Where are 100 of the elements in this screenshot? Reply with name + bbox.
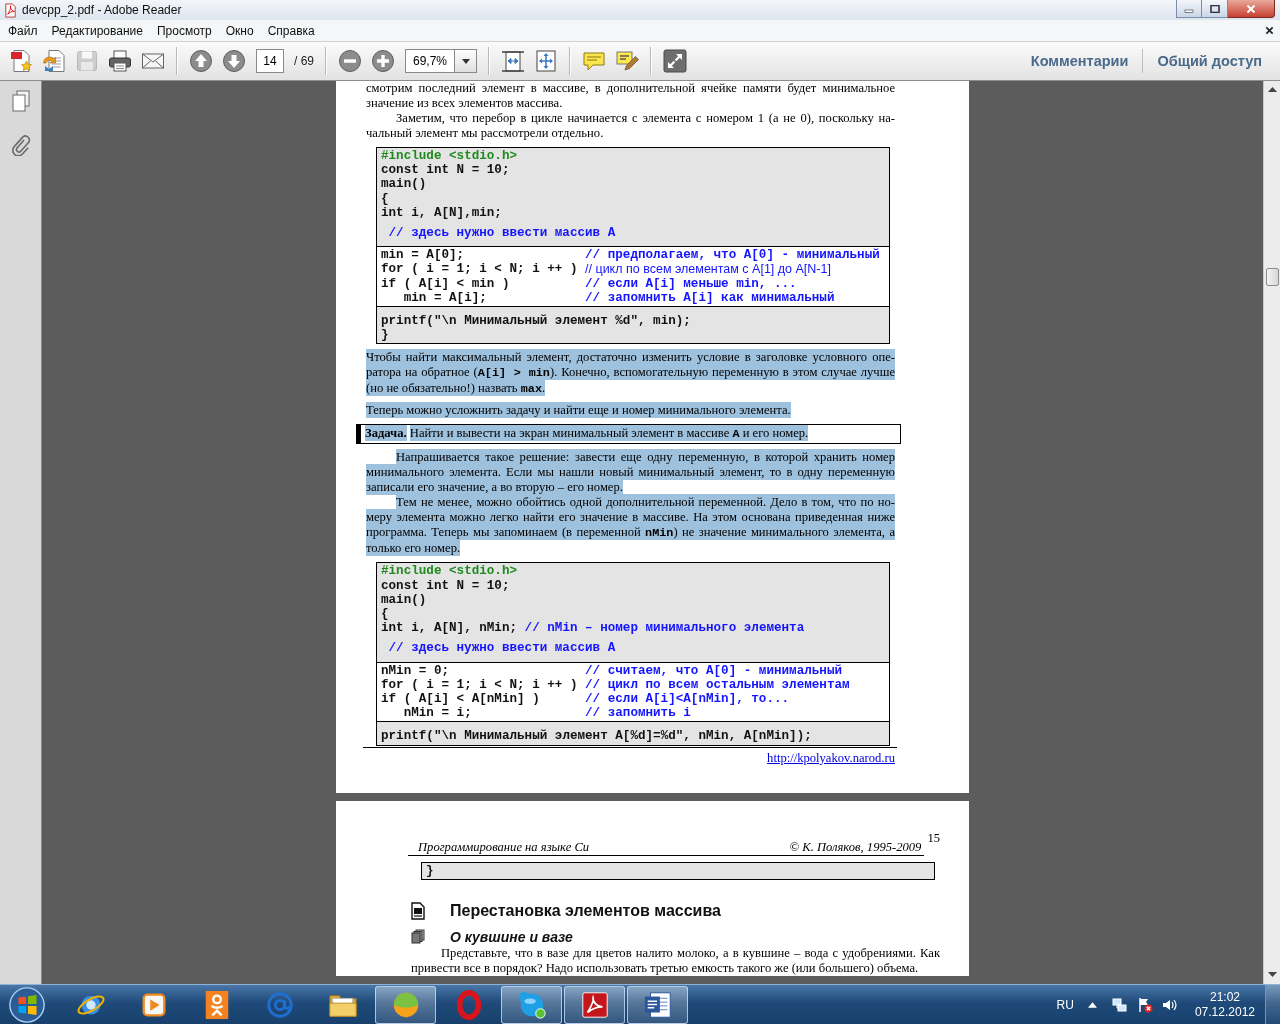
- maximize-icon: [1209, 4, 1220, 13]
- paragraph: Теперь можно усложнить задачу и найти еще и номер минимального элемента.: [366, 403, 792, 419]
- paragraph: Заметим, что перебор в цикле начинается с элемента с номером 1 (а не 0), поскольку на-чальный элемент мы рассмотрели отдельно.: [366, 111, 895, 141]
- code-line: }: [381, 328, 389, 343]
- task-label: Задача.: [365, 425, 407, 442]
- code-line: #include <stdio.h>: [381, 149, 518, 164]
- start-orb-icon[interactable]: [8, 985, 46, 1024]
- code-line: #include <stdio.h>: [381, 564, 518, 579]
- document-arrow-icon[interactable]: [42, 49, 66, 73]
- code-comment: // если A[i]<A[nMin], то...: [585, 692, 790, 707]
- code-line: printf("\n Минимальный элемент A[%d]=%d", nMin, A[nMin]);: [381, 729, 812, 744]
- code-line: min = A[i];: [403, 290, 487, 306]
- menu-item[interactable]: Окно: [218, 21, 261, 40]
- scrollbar-thumb[interactable]: [1265, 268, 1279, 286]
- code-line: main(): [381, 592, 427, 608]
- file-icon: [3, 2, 18, 18]
- plus-icon[interactable]: [371, 49, 395, 73]
- menu-item[interactable]: Редактирование: [44, 21, 150, 40]
- arrow-up-icon[interactable]: [189, 49, 213, 73]
- code-line: const int N = 10;: [381, 163, 510, 178]
- code-line: {: [381, 191, 389, 206]
- panel-button[interactable]: Общий доступ: [1153, 53, 1266, 69]
- menu-item[interactable]: Файл: [1, 21, 45, 40]
- paragraph: смотрим последний элемент в массиве, в дополнительной ячейке памяти будет минимальное значение из всех элементов массива.: [366, 81, 895, 111]
- flag-icon[interactable]: [1136, 996, 1153, 1013]
- page-number: 15: [927, 830, 940, 846]
- document-star-icon[interactable]: [9, 49, 33, 73]
- code-line: for ( i = 1; i < N; i ++ ): [381, 262, 578, 277]
- code-line: int i, A[N],min;: [381, 205, 502, 220]
- caret-icon: [461, 58, 470, 64]
- printer-icon[interactable]: [108, 49, 132, 73]
- code-line: nMin = 0;: [381, 663, 450, 678]
- language-button[interactable]: RU: [1056, 997, 1074, 1012]
- close-icon: [1246, 4, 1256, 13]
- menu-item[interactable]: Справка: [260, 21, 322, 40]
- close-icon[interactable]: [1265, 26, 1274, 35]
- code-line: nMin = i;: [403, 706, 472, 721]
- website-link[interactable]: http://kpolyakov.narod.ru: [767, 750, 895, 765]
- code-comment: // запомнить i: [585, 706, 691, 721]
- code-line: const int N = 10;: [381, 578, 510, 593]
- code-line: if ( A[i] < A[nMin] ): [381, 692, 540, 707]
- clock-date: 07.12.2012: [1194, 1004, 1255, 1020]
- code-line: }: [426, 863, 434, 878]
- taskbar-button[interactable]: [627, 985, 688, 1024]
- paragraph: Представьте, что в вазе для цветов налито молоко, а в кувшине – вода с удобрениями. Как привести все в порядок? Надо использовать третью емкость такого же (или большего) объема.: [411, 945, 940, 976]
- taskbar-button[interactable]: [501, 985, 562, 1024]
- maximize-button[interactable]: [1202, 0, 1228, 18]
- code-comment: // запомнить A[i] как минимальный: [585, 290, 835, 306]
- clock-time: 21:02: [1209, 989, 1240, 1005]
- highlighter-icon[interactable]: [615, 49, 639, 73]
- code-line: printf("\n Минимальный элемент %d", min);: [381, 314, 691, 329]
- taskbar-button[interactable]: [375, 985, 436, 1024]
- subsection-heading: О кувшине и вазе: [450, 927, 573, 946]
- stacked-pages-icon: [411, 929, 425, 945]
- close-button[interactable]: [1228, 0, 1275, 18]
- menu-item[interactable]: Просмотр: [149, 21, 219, 40]
- swirl-tile-icon: [579, 989, 610, 1020]
- paragraph: Тем не менее, можно обойтись одной дополнительной переменной. Дело в том, что по но-меру элемента можно легко найти его значение в массиве. На этом основана приведенная ниже программа. Теперь мы запоминаем (в переменной nMin) не значение минимального элемента, а только его номер.: [366, 495, 895, 557]
- code-line: main(): [381, 177, 427, 192]
- code-comment: // nMin – номер минимального элемента: [524, 621, 805, 636]
- at-sign-icon: [264, 989, 295, 1020]
- arrow-down-icon[interactable]: [222, 49, 246, 73]
- chevron-up-icon[interactable]: [1087, 1001, 1097, 1008]
- arrow-down-icon[interactable]: [1267, 972, 1277, 977]
- code-comment: // если A[i] меньше min, ...: [585, 276, 797, 291]
- panel-button[interactable]: Комментарии: [1026, 53, 1133, 69]
- code-comment: // здесь нужно ввести массив A: [388, 226, 616, 241]
- section-heading: Перестановка элементов массива: [450, 900, 721, 921]
- code-line: for ( i = 1; i < N; i ++ ): [381, 677, 578, 693]
- code-line: int i, A[N], nMin;: [381, 621, 518, 636]
- fit-width-icon[interactable]: [501, 49, 525, 73]
- show-desktop-button[interactable]: [1265, 985, 1280, 1024]
- paperclip-icon[interactable]: [10, 134, 31, 156]
- code-comment: // цикл по всем остальным элементам: [585, 677, 850, 693]
- expand-arrows-icon[interactable]: [663, 49, 687, 73]
- window-title: devcpp_2.pdf - Adobe Reader: [22, 3, 182, 17]
- code-comment: // здесь нужно ввести массив A: [388, 641, 616, 656]
- code-line: if ( A[i] < min ): [381, 276, 510, 291]
- code-comment: // цикл по всем элементам с A[1] до A[N-1]: [585, 262, 831, 277]
- page-number-field[interactable]: 14: [256, 49, 284, 73]
- minus-icon[interactable]: [338, 49, 362, 73]
- running-header: Программирование на языке Си: [418, 839, 590, 855]
- document-icon: [642, 989, 673, 1020]
- network-icon[interactable]: [1111, 996, 1128, 1013]
- paragraph: Напрашивается такое решение: завести еще одну переменную, в которой хранить номер минимального элемента. Если мы нашли новый минимальный элемент, то в одну переменную записали его значение, а во вторую – его номер.: [366, 450, 895, 496]
- cloud-icon: [516, 989, 547, 1020]
- page-count: / 69: [294, 54, 314, 68]
- document-icon: [411, 901, 425, 920]
- arrow-up-icon[interactable]: [1267, 87, 1277, 92]
- code-line: {: [381, 607, 389, 622]
- zoom-field[interactable]: 69,7%: [405, 49, 455, 73]
- zoom-dropdown-button[interactable]: [455, 49, 477, 73]
- fit-page-icon[interactable]: [534, 49, 558, 73]
- code-comment: // считаем, что A[0] - минимальный: [585, 663, 842, 678]
- running-header: © К. Поляков, 1995-2009: [789, 839, 922, 855]
- pages-icon[interactable]: [10, 90, 31, 112]
- code-line: min = A[0];: [381, 248, 465, 263]
- paragraph: Чтобы найти максимальный элемент, достаточно изменить условие в заголовке условного опе-ратора на обратное (A[i] > min). Конечно, вспомогательную переменную в этом случае лучше (но не обязательно!) назвать max.: [366, 350, 895, 398]
- taskbar-button[interactable]: [564, 985, 625, 1024]
- task-text: Найти и вывести на экран минимальный элемент в массиве A и его номер.: [409, 425, 809, 442]
